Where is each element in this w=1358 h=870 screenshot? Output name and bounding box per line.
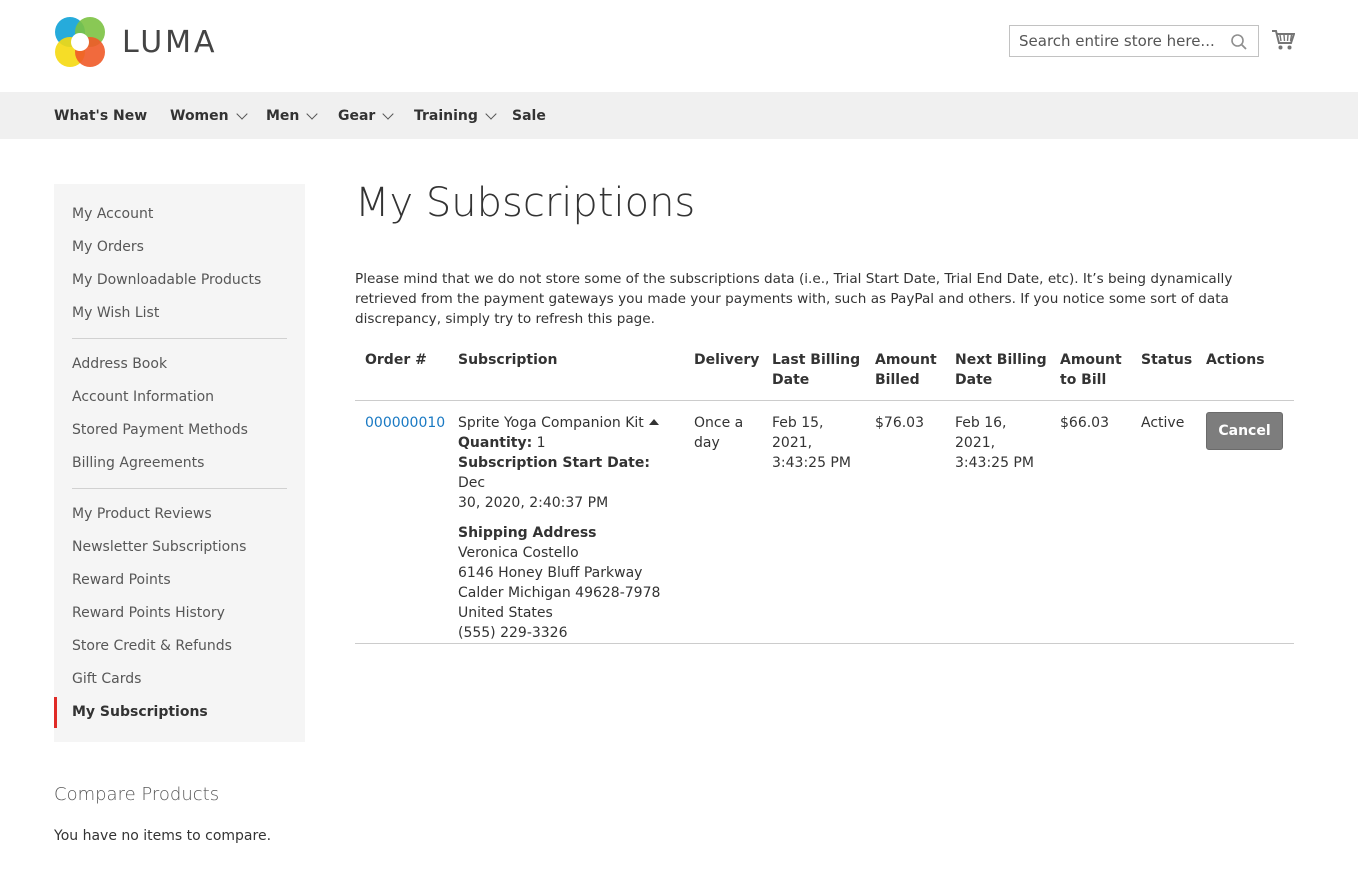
nav-item-women[interactable]: Women [170,92,248,139]
amount-to-bill-value: $66.03 [1060,415,1109,431]
column-header-order: Order # [365,352,427,368]
status-value: Active [1141,415,1185,431]
sidebar-item-wish-list[interactable]: My Wish List [72,305,159,321]
chevron-down-icon [306,107,319,120]
subscriptions-notice: Please mind that we do not store some of… [355,271,1233,327]
sidebar-item-my-subscriptions: My Subscriptions [72,704,208,720]
start-date-value: Dec [458,475,486,491]
brand-name: LUMA [122,24,218,60]
sidebar-item-reward-points-history[interactable]: Reward Points History [72,605,225,621]
chevron-down-icon [382,107,395,120]
page-header: LUMA [0,0,1358,92]
delivery-value: Once a day [694,415,744,451]
sidebar-item-product-reviews[interactable]: My Product Reviews [72,506,212,522]
sidebar-item-downloadable-products[interactable]: My Downloadable Products [72,272,261,288]
chevron-down-icon [235,107,248,120]
chevron-down-icon [485,107,497,120]
compare-products-title: Compare Products [54,784,220,805]
nav-item-training[interactable]: Training [414,92,497,139]
sidebar-divider [72,338,287,339]
shipping-phone: (555) 229-3326 [458,625,568,641]
sidebar-item-account-information[interactable]: Account Information [72,389,214,405]
sidebar-item-newsletter-subscriptions[interactable]: Newsletter Subscriptions [72,539,246,555]
column-header-amount-billed: Amount Billed [875,352,937,388]
nav-item-men[interactable]: Men [266,92,319,139]
table-bottom-divider [355,643,1294,644]
store-logo[interactable]: LUMA [54,16,218,68]
main-navigation: What's New Women Men Gear Training Sale [0,92,1358,139]
column-header-actions: Actions [1206,352,1265,368]
search-icon[interactable] [1230,33,1248,51]
sidebar-item-address-book[interactable]: Address Book [72,356,167,372]
sidebar-item-my-orders[interactable]: My Orders [72,239,144,255]
start-date-label: Subscription Start Date: [458,455,650,471]
order-number-link[interactable]: 000000010 [365,413,445,433]
collapse-arrow-icon [648,419,659,425]
column-header-status: Status [1141,352,1193,368]
shipping-city: Calder Michigan 49628-7978 [458,585,661,601]
active-item-marker [54,697,57,728]
page-title: My Subscriptions [355,180,696,226]
subscription-details: Sprite Yoga Companion Kit Quantity: 1 Su… [458,413,673,643]
next-billing-date-value: Feb 16, 2021, 3:43:25 PM [955,415,1034,471]
cancel-subscription-button[interactable]: Cancel [1206,412,1283,450]
column-header-last-billing-date: Last Billing Date [772,352,861,388]
nav-item-whats-new[interactable]: What's New [54,92,147,139]
column-header-next-billing-date: Next Billing Date [955,352,1047,388]
search-input[interactable] [1010,26,1258,56]
table-header-divider [355,400,1294,401]
nav-item-gear[interactable]: Gear [338,92,395,139]
search-box [1009,25,1259,57]
sidebar-item-reward-points[interactable]: Reward Points [72,572,171,588]
sidebar-item-store-credit-refunds[interactable]: Store Credit & Refunds [72,638,232,654]
shipping-country: United States [458,605,553,621]
quantity-label: Quantity: [458,435,533,451]
account-sidebar: My Account My Orders My Downloadable Pro… [54,184,305,742]
column-header-subscription: Subscription [458,352,558,368]
product-name-toggle[interactable]: Sprite Yoga Companion Kit [458,413,673,433]
last-billing-date-value: Feb 15, 2021, 3:43:25 PM [772,415,851,471]
nav-item-sale[interactable]: Sale [512,92,546,139]
compare-empty-message: You have no items to compare. [54,828,272,844]
shipping-street: 6146 Honey Bluff Parkway [458,565,643,581]
amount-billed-value: $76.03 [875,415,924,431]
shipping-name: Veronica Costello [458,545,579,561]
sidebar-item-billing-agreements[interactable]: Billing Agreements [72,455,204,471]
shipping-address-label: Shipping Address [458,525,597,541]
column-header-delivery: Delivery [694,352,760,368]
sidebar-divider [72,488,287,489]
sidebar-item-my-account[interactable]: My Account [72,206,153,222]
sidebar-item-stored-payment-methods[interactable]: Stored Payment Methods [72,422,248,438]
column-header-amount-to-bill: Amount to Bill [1060,352,1122,388]
quantity-value: 1 [536,435,546,451]
luma-logo-icon [55,17,105,67]
cart-icon[interactable] [1271,29,1295,51]
start-date-value-cont: 30, 2020, 2:40:37 PM [458,495,609,511]
sidebar-item-gift-cards[interactable]: Gift Cards [72,671,141,687]
